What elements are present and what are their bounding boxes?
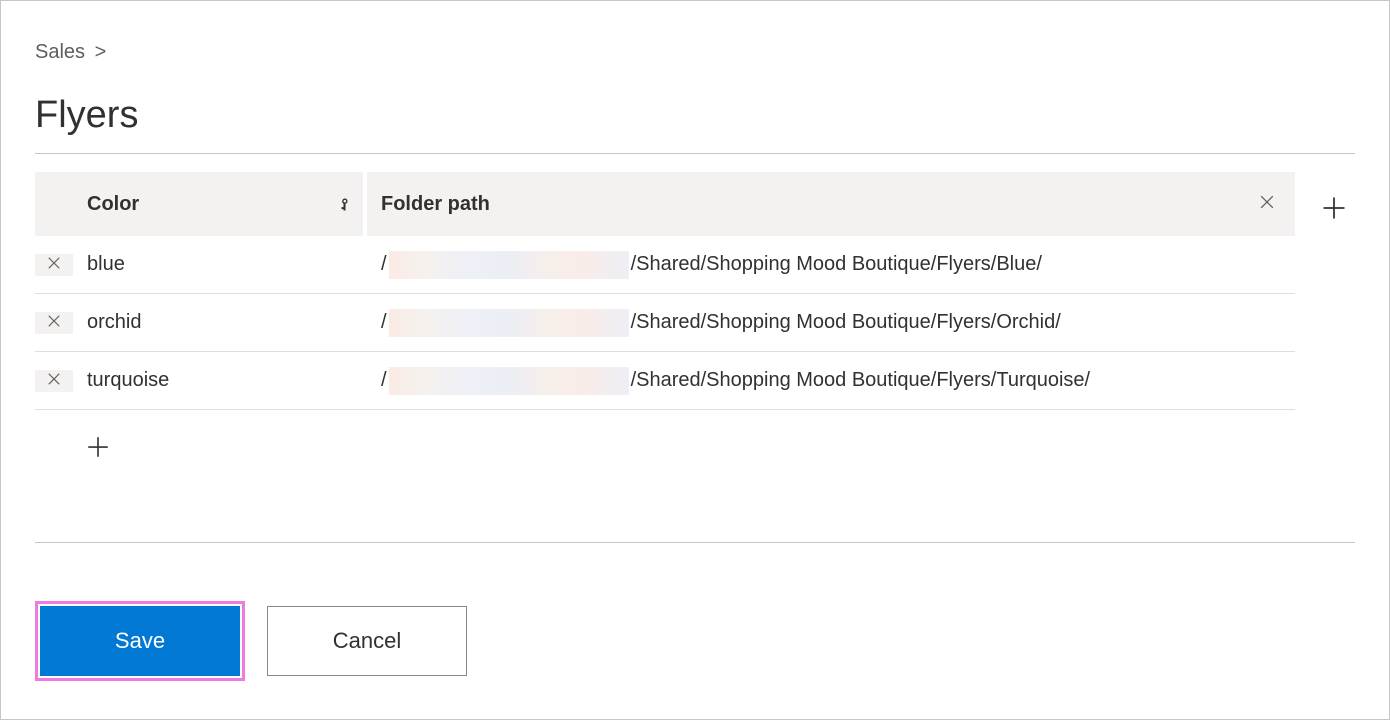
column-header-color[interactable]: Color — [73, 172, 363, 236]
redacted-path-segment — [389, 251, 629, 279]
row-delete-cell — [35, 312, 73, 334]
table-wrap: Color Folder path — [35, 172, 1355, 486]
delete-row-button[interactable] — [45, 370, 63, 392]
key-icon — [331, 196, 352, 212]
delete-row-button[interactable] — [45, 312, 63, 334]
cell-folder-path[interactable]: / /Shared/Shopping Mood Boutique/Flyers/… — [367, 251, 1295, 279]
save-highlight-frame: Save — [35, 601, 245, 681]
column-header-color-label: Color — [87, 193, 139, 216]
save-button[interactable]: Save — [40, 606, 240, 676]
title-divider — [35, 153, 1355, 154]
add-column-region — [1313, 172, 1355, 229]
path-suffix: /Shared/Shopping Mood Boutique/Flyers/Tu… — [631, 369, 1091, 392]
cell-folder-path[interactable]: / /Shared/Shopping Mood Boutique/Flyers/… — [367, 367, 1295, 395]
footer-actions: Save Cancel — [1, 543, 1389, 681]
row-delete-cell — [35, 370, 73, 392]
breadcrumb-separator: > — [95, 41, 107, 63]
cancel-button[interactable]: Cancel — [267, 606, 467, 676]
row-delete-cell — [35, 254, 73, 276]
cell-folder-path[interactable]: / /Shared/Shopping Mood Boutique/Flyers/… — [367, 309, 1295, 337]
table-row[interactable]: turquoise / /Shared/Shopping Mood Boutiq… — [35, 352, 1295, 410]
breadcrumb-link-sales[interactable]: Sales — [35, 41, 85, 63]
breadcrumb: Sales > — [35, 41, 1355, 64]
delete-row-button[interactable] — [45, 254, 63, 276]
page-title: Flyers — [35, 94, 1355, 137]
column-header-folder-path-label: Folder path — [381, 193, 490, 216]
content-area: Sales > Flyers Color Folder path — [1, 1, 1389, 543]
page-frame: Sales > Flyers Color Folder path — [0, 0, 1390, 720]
add-row-button[interactable] — [77, 426, 119, 471]
path-prefix: / — [381, 253, 387, 276]
clear-column-button[interactable] — [1257, 192, 1277, 216]
data-grid: Color Folder path — [35, 172, 1295, 486]
path-prefix: / — [381, 311, 387, 334]
table-row[interactable]: orchid / /Shared/Shopping Mood Boutique/… — [35, 294, 1295, 352]
path-prefix: / — [381, 369, 387, 392]
redacted-path-segment — [389, 367, 629, 395]
table-row[interactable]: blue / /Shared/Shopping Mood Boutique/Fl… — [35, 236, 1295, 294]
path-suffix: /Shared/Shopping Mood Boutique/Flyers/Or… — [631, 311, 1061, 334]
cell-color[interactable]: blue — [73, 253, 363, 276]
redacted-path-segment — [389, 309, 629, 337]
add-row-region — [35, 410, 1295, 486]
cell-color[interactable]: orchid — [73, 311, 363, 334]
cell-color[interactable]: turquoise — [73, 369, 363, 392]
path-suffix: /Shared/Shopping Mood Boutique/Flyers/Bl… — [631, 253, 1042, 276]
header-delete-column — [35, 172, 73, 236]
grid-header: Color Folder path — [35, 172, 1295, 236]
add-column-button[interactable] — [1316, 190, 1352, 229]
column-header-folder-path[interactable]: Folder path — [367, 172, 1295, 236]
